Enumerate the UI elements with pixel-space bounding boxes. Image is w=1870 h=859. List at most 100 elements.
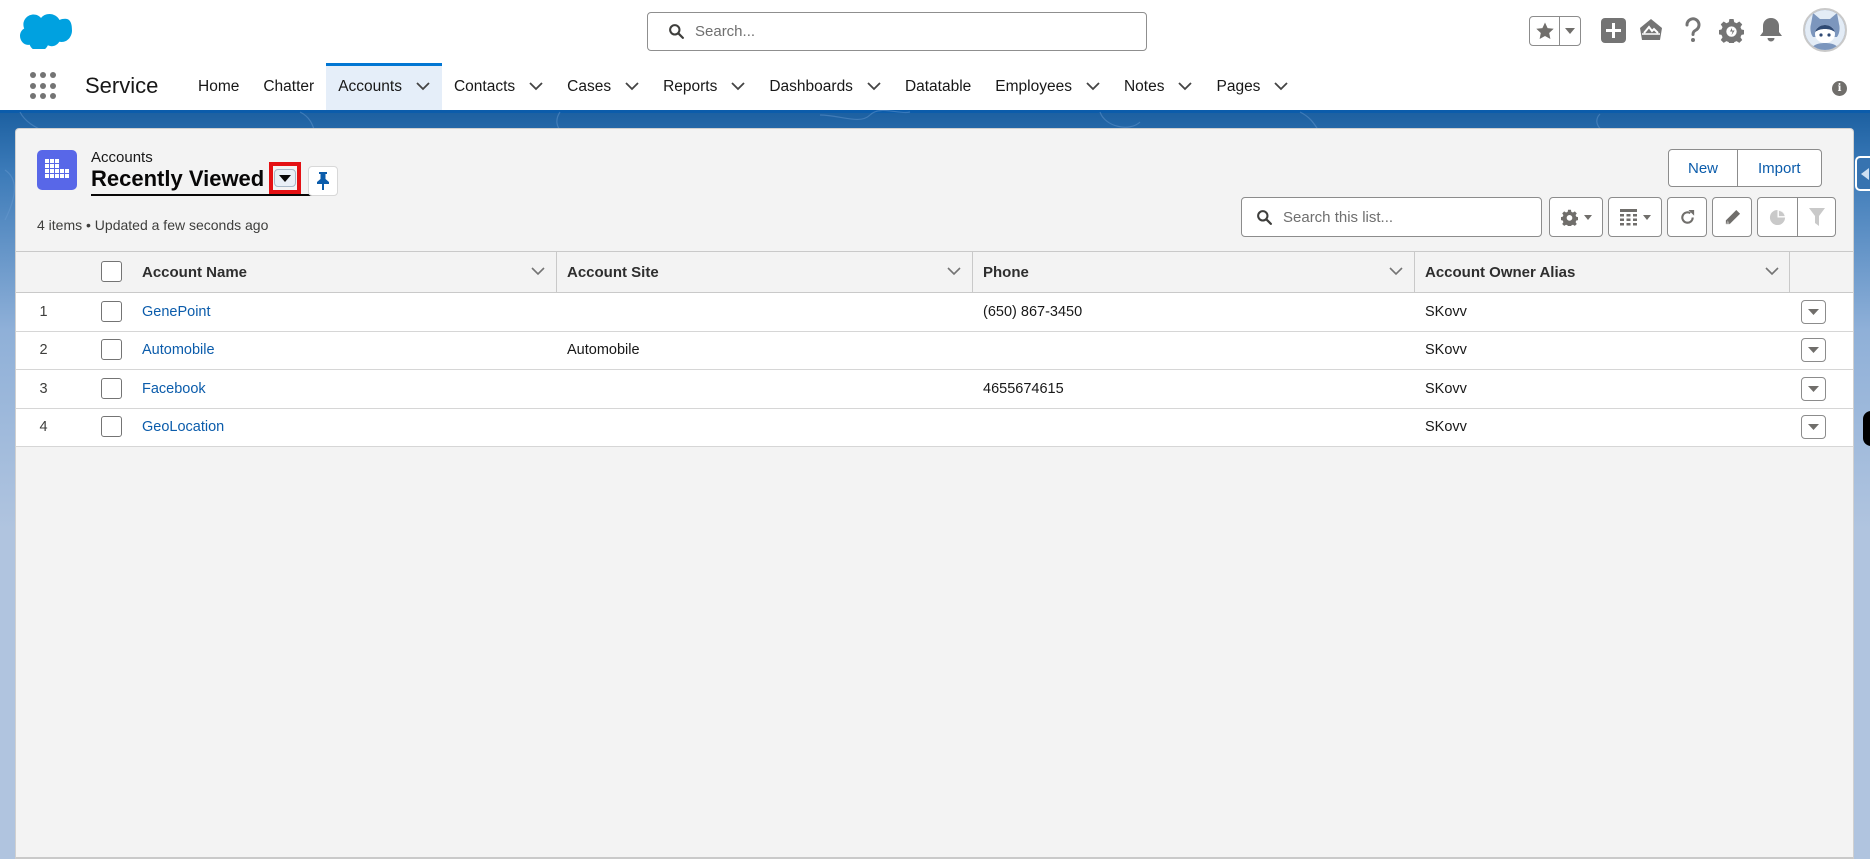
charts-button[interactable] xyxy=(1758,198,1797,236)
account-name-link[interactable]: Automobile xyxy=(142,332,215,370)
nav-tab-dashboards[interactable]: Dashboards xyxy=(757,63,893,110)
trailhead-icon xyxy=(1640,19,1662,40)
notifications-button[interactable] xyxy=(1758,17,1784,43)
owner-alias-cell: SKovv xyxy=(1425,342,1467,359)
account-name-link[interactable]: Facebook xyxy=(142,370,206,408)
row-checkbox[interactable] xyxy=(101,300,122,322)
account-name-link[interactable]: GenePoint xyxy=(142,293,211,331)
chevron-down-icon[interactable] xyxy=(867,82,881,91)
pencil-icon xyxy=(1725,209,1740,224)
import-button[interactable]: Import xyxy=(1737,150,1821,186)
nav-tab-label: Chatter xyxy=(263,77,315,95)
trailhead-button[interactable] xyxy=(1638,17,1664,43)
nav-tab-chatter[interactable]: Chatter xyxy=(251,63,326,110)
header-actions: New Import xyxy=(1668,149,1822,187)
column-menu-chevron-icon[interactable] xyxy=(1765,267,1779,276)
row-checkbox[interactable] xyxy=(101,416,122,438)
column-menu-chevron-icon[interactable] xyxy=(947,267,961,276)
row-actions-button[interactable] xyxy=(1801,415,1826,440)
nav-tab-notes[interactable]: Notes xyxy=(1112,63,1205,110)
list-search-input[interactable]: Search this list... xyxy=(1241,197,1542,237)
nav-tab-pages[interactable]: Pages xyxy=(1204,63,1300,110)
nav-tab-contacts[interactable]: Contacts xyxy=(442,63,555,110)
nav-tab-label: Dashboards xyxy=(769,77,853,95)
app-launcher-dot xyxy=(30,72,36,78)
caret-down-icon xyxy=(1808,347,1819,354)
nav-tab-label: Contacts xyxy=(453,77,516,95)
chevron-down-icon[interactable] xyxy=(416,82,430,91)
setup-button[interactable] xyxy=(1718,17,1744,43)
chevron-down-icon[interactable] xyxy=(529,82,543,91)
chevron-down-icon[interactable] xyxy=(625,82,639,91)
column-header-phone[interactable]: Phone xyxy=(983,252,1029,292)
list-view-controls-button[interactable] xyxy=(1549,197,1603,237)
phone-cell: (650) 867-3450 xyxy=(983,303,1083,320)
inline-edit-button[interactable] xyxy=(1712,197,1752,237)
row-actions-button[interactable] xyxy=(1801,338,1826,363)
chevron-down-icon[interactable] xyxy=(1178,82,1193,91)
table-row: 4 GeoLocation SKovv xyxy=(16,408,1853,447)
column-menu-chevron-icon[interactable] xyxy=(531,267,545,276)
column-header-account-name[interactable]: Account Name xyxy=(142,252,247,292)
user-avatar[interactable] xyxy=(1803,8,1847,52)
column-divider[interactable] xyxy=(972,252,973,292)
phone-cell: 4655674615 xyxy=(983,380,1064,397)
account-object-icon xyxy=(37,150,77,190)
refresh-button[interactable] xyxy=(1667,197,1707,237)
object-label: Accounts xyxy=(91,149,153,166)
filters-button[interactable] xyxy=(1797,198,1835,236)
nav-tab-accounts[interactable]: Accounts xyxy=(326,63,442,110)
column-divider[interactable] xyxy=(556,252,557,292)
row-actions-button[interactable] xyxy=(1801,376,1826,401)
nav-tab-employees[interactable]: Employees xyxy=(983,63,1112,110)
row-checkbox[interactable] xyxy=(101,339,122,361)
column-header-account-site[interactable]: Account Site xyxy=(567,252,659,292)
row-actions-button[interactable] xyxy=(1801,299,1826,324)
side-handle[interactable] xyxy=(1863,411,1870,446)
chevron-down-icon[interactable] xyxy=(1274,82,1289,91)
favorites-list-button[interactable] xyxy=(1560,17,1580,45)
utility-panel-toggle[interactable] xyxy=(1855,156,1870,191)
global-search-input[interactable]: Search... xyxy=(647,12,1147,51)
app-launcher-dot xyxy=(40,72,46,78)
display-as-button[interactable] xyxy=(1608,197,1662,237)
app-launcher-button[interactable] xyxy=(30,72,58,100)
row-number: 1 xyxy=(39,303,48,320)
column-menu-chevron-icon[interactable] xyxy=(1389,267,1403,276)
nav-tab-home[interactable]: Home xyxy=(186,63,251,110)
gear-icon xyxy=(1718,18,1744,43)
nav-tab-label: Pages xyxy=(1216,77,1261,95)
nav-items: Home Chatter Accounts Contacts Cases Reports D… xyxy=(186,63,1300,110)
row-checkbox[interactable] xyxy=(101,377,122,399)
chevron-down-icon xyxy=(1565,28,1575,34)
account-name-link[interactable]: GeoLocation xyxy=(142,409,224,447)
nav-tab-cases[interactable]: Cases xyxy=(555,63,651,110)
column-header-account-owner-alias[interactable]: Account Owner Alias xyxy=(1425,252,1575,292)
pin-list-view-button[interactable] xyxy=(308,166,338,196)
nav-tab-datatable[interactable]: Datatable xyxy=(893,63,983,110)
astro-avatar-icon xyxy=(1805,10,1845,50)
favorites-button[interactable] xyxy=(1530,17,1560,45)
nav-tab-label: Employees xyxy=(995,77,1072,95)
star-icon xyxy=(1535,22,1554,39)
column-divider[interactable] xyxy=(1414,252,1415,292)
salesforce-logo[interactable] xyxy=(20,13,72,49)
owner-alias-cell: SKovv xyxy=(1425,419,1467,436)
caret-down-icon xyxy=(1808,424,1819,431)
help-button[interactable] xyxy=(1680,17,1706,43)
global-create-button[interactable] xyxy=(1600,17,1626,43)
new-button[interactable]: New xyxy=(1669,150,1737,186)
search-icon xyxy=(1257,209,1272,225)
chevron-down-icon[interactable] xyxy=(1086,82,1100,91)
chevron-down-icon[interactable] xyxy=(731,82,745,91)
info-icon[interactable]: i xyxy=(1832,81,1847,96)
pin-icon xyxy=(317,172,329,190)
nav-tab-reports[interactable]: Reports xyxy=(651,63,757,110)
plus-icon xyxy=(1600,17,1626,43)
list-view-switcher-button[interactable] xyxy=(269,162,301,194)
select-all-checkbox[interactable] xyxy=(101,261,122,282)
app-launcher-dot xyxy=(40,93,46,100)
app-launcher-dot xyxy=(50,93,56,100)
table-row: 1 GenePoint (650) 867-3450 SKovv xyxy=(16,293,1853,332)
nav-tab-label: Home xyxy=(198,77,240,95)
